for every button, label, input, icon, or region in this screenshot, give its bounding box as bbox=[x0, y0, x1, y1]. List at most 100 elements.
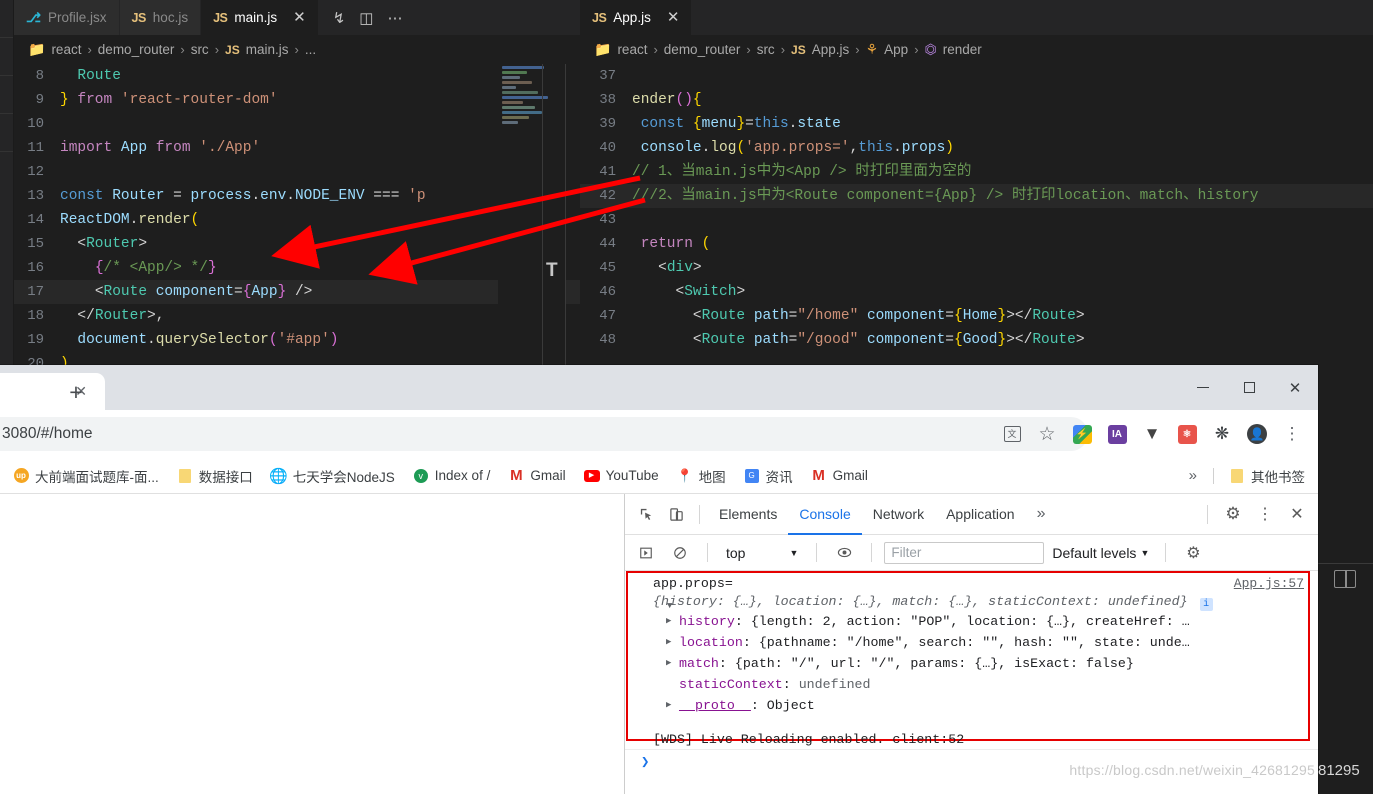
code-line[interactable]: 41 // 1、当main.js中为<App /> 时打印里面为空的 bbox=[580, 160, 1373, 184]
breadcrumb-item[interactable]: src bbox=[191, 42, 209, 57]
maximize-button[interactable] bbox=[1226, 365, 1272, 410]
chrome-menu-icon[interactable]: ⋮ bbox=[1280, 422, 1304, 446]
tab-console[interactable]: Console bbox=[788, 494, 861, 535]
web-page-content[interactable] bbox=[0, 494, 624, 794]
breadcrumb-item[interactable]: ... bbox=[305, 42, 316, 57]
code-line[interactable]: 20) bbox=[14, 352, 580, 365]
code-line[interactable]: 39 const {menu}=this.state bbox=[580, 112, 1373, 136]
bookmark-star-icon[interactable]: ☆ bbox=[1035, 422, 1059, 446]
tab-hoc-js[interactable]: JS hoc.js bbox=[119, 0, 202, 35]
bookmarks-overflow-button[interactable]: » bbox=[1181, 467, 1205, 484]
more-options-icon[interactable]: ⋮ bbox=[1250, 499, 1280, 529]
settings-gear-icon[interactable]: ⚙ bbox=[1218, 499, 1248, 529]
console-message[interactable]: app.props= App.js:57 ▼ {history: {…}, lo… bbox=[625, 571, 1318, 718]
code-line[interactable]: 45 <div> bbox=[580, 256, 1373, 280]
close-window-button[interactable]: ✕ bbox=[1272, 365, 1318, 410]
breadcrumb-item[interactable]: react bbox=[51, 42, 81, 57]
code-line[interactable]: 14 ReactDOM.render( bbox=[14, 208, 580, 232]
console-settings-icon[interactable]: ⚙ bbox=[1178, 538, 1208, 568]
console-property-row[interactable]: staticContext: undefined bbox=[679, 674, 1308, 695]
bookmark-item[interactable]: M Gmail bbox=[501, 465, 572, 487]
activity-bar-item[interactable] bbox=[0, 0, 13, 38]
v-extension-icon[interactable]: ▼ bbox=[1140, 422, 1164, 446]
breadcrumb-item[interactable]: render bbox=[943, 42, 982, 57]
tab-elements[interactable]: Elements bbox=[708, 494, 788, 535]
console-property-row[interactable]: ▶ match: {path: "/", url: "/", params: {…… bbox=[666, 653, 1308, 674]
expand-triangle-icon[interactable]: ▶ bbox=[666, 632, 671, 653]
extension-colorful-icon[interactable]: ⚡ bbox=[1070, 422, 1094, 446]
tab-app-js[interactable]: JS App.js ✕ bbox=[580, 0, 693, 35]
device-toolbar-icon[interactable] bbox=[661, 499, 691, 529]
code-line[interactable]: 46 <Switch> bbox=[580, 280, 1373, 304]
breadcrumb-item[interactable]: src bbox=[757, 42, 775, 57]
ia-extension-icon[interactable]: IA bbox=[1105, 422, 1129, 446]
source-control-icon[interactable]: ↯ bbox=[333, 9, 346, 27]
code-line[interactable]: 12 bbox=[14, 160, 580, 184]
breadcrumb-item[interactable]: main.js bbox=[246, 42, 289, 57]
console-source-link[interactable]: App.js:57 bbox=[1234, 575, 1304, 593]
code-line[interactable]: 13 const Router = process.env.NODE_ENV ==… bbox=[14, 184, 580, 208]
breadcrumb-item[interactable]: demo_router bbox=[98, 42, 175, 57]
bookmark-item[interactable]: up 大前端面试题库-面... bbox=[6, 463, 166, 489]
code-line[interactable]: 10 bbox=[14, 112, 580, 136]
code-line[interactable]: 9} from 'react-router-dom' bbox=[14, 88, 580, 112]
tabs-overflow-button[interactable]: » bbox=[1026, 494, 1057, 535]
execution-context-select[interactable]: top ▼ bbox=[720, 545, 804, 561]
console-filter-input[interactable]: Filter bbox=[884, 541, 1045, 564]
address-bar[interactable]: 3080/#/home bbox=[0, 417, 1088, 451]
more-actions-icon[interactable]: ⋯ bbox=[387, 9, 402, 27]
console-property-row[interactable]: ▶ __proto__: Object bbox=[666, 695, 1308, 716]
minimize-button[interactable] bbox=[1180, 365, 1226, 410]
bookmark-item[interactable]: ▶ YouTube bbox=[577, 465, 666, 487]
tab-application[interactable]: Application bbox=[935, 494, 1026, 535]
code-line[interactable]: 47 <Route path="/home" component={Home}>… bbox=[580, 304, 1373, 328]
tab-profile-jsx[interactable]: ⎇ Profile.jsx bbox=[14, 0, 120, 35]
code-line[interactable]: 38 ender(){ bbox=[580, 88, 1373, 112]
split-editor-icon[interactable]: ◫ bbox=[359, 9, 373, 27]
code-line[interactable]: 11 import App from './App' bbox=[14, 136, 580, 160]
live-expression-icon[interactable] bbox=[829, 538, 859, 568]
expand-triangle-icon[interactable]: ▶ bbox=[666, 695, 671, 716]
close-devtools-icon[interactable]: ✕ bbox=[1282, 499, 1312, 529]
bookmark-item[interactable]: 数据接口 bbox=[170, 463, 260, 489]
code-line[interactable]: 42 ///2、当main.js中为<Route component={App} … bbox=[580, 184, 1373, 208]
code-line[interactable]: 15 <Router> bbox=[14, 232, 580, 256]
code-line[interactable]: 16 {/* <App/> */} bbox=[14, 256, 580, 280]
profile-avatar-icon[interactable]: 👤 bbox=[1245, 422, 1269, 446]
bookmark-item[interactable]: 📍 地图 bbox=[670, 463, 733, 489]
console-property-row[interactable]: ▶ history: {length: 2, action: "POP", loc… bbox=[666, 611, 1308, 632]
extensions-puzzle-icon[interactable]: ❋ bbox=[1210, 422, 1234, 446]
breadcrumb-item[interactable]: react bbox=[617, 42, 647, 57]
translate-icon[interactable]: 文 bbox=[1000, 422, 1024, 446]
code-line[interactable]: 43 bbox=[580, 208, 1373, 232]
code-editor-right[interactable]: 37 38 ender(){39 const {menu}=this.state 40… bbox=[580, 64, 1373, 365]
breadcrumb-item[interactable]: demo_router bbox=[664, 42, 741, 57]
console-message[interactable]: [WDS] Live Reloading enabled. client:52 bbox=[625, 726, 1318, 750]
info-badge-icon[interactable]: i bbox=[1199, 598, 1213, 611]
code-line[interactable]: 44 return ( bbox=[580, 232, 1373, 256]
bookmark-item[interactable]: v Index of / bbox=[406, 465, 498, 487]
new-tab-button[interactable]: + bbox=[62, 378, 90, 406]
log-levels-select[interactable]: Default levels ▼ bbox=[1048, 545, 1153, 561]
activity-bar-item[interactable] bbox=[0, 76, 13, 114]
split-editor-icon[interactable] bbox=[1334, 570, 1356, 588]
code-line[interactable]: 17 <Route component={App} /> bbox=[14, 280, 580, 304]
tab-network[interactable]: Network bbox=[862, 494, 935, 535]
tab-main-js[interactable]: JS main.js ✕ bbox=[201, 0, 319, 35]
execute-sidebar-icon[interactable] bbox=[631, 538, 661, 568]
react-devtools-icon[interactable]: ⚛ bbox=[1175, 422, 1199, 446]
bookmark-item[interactable]: G 资讯 bbox=[737, 463, 800, 489]
code-editor-left[interactable]: 8 Route 9} from 'react-router-dom' 10 11 imp… bbox=[14, 64, 580, 365]
bookmark-item[interactable]: 🌐 七天学会NodeJS bbox=[264, 463, 402, 489]
code-line[interactable]: 8 Route bbox=[14, 64, 580, 88]
code-line[interactable]: 37 bbox=[580, 64, 1373, 88]
minimap-slider[interactable] bbox=[542, 64, 566, 365]
console-property-row[interactable]: ▶ location: {pathname: "/home", search: "… bbox=[666, 632, 1308, 653]
code-line[interactable]: 19 document.querySelector('#app') bbox=[14, 328, 580, 352]
close-icon[interactable]: ✕ bbox=[667, 10, 680, 25]
bookmark-item[interactable]: M Gmail bbox=[804, 465, 875, 487]
code-line[interactable]: 18 </Router>, bbox=[14, 304, 580, 328]
code-line[interactable]: 40 console.log('app.props=',this.props) bbox=[580, 136, 1373, 160]
activity-bar-item[interactable] bbox=[0, 38, 13, 76]
breadcrumb-item[interactable]: App.js bbox=[812, 42, 850, 57]
